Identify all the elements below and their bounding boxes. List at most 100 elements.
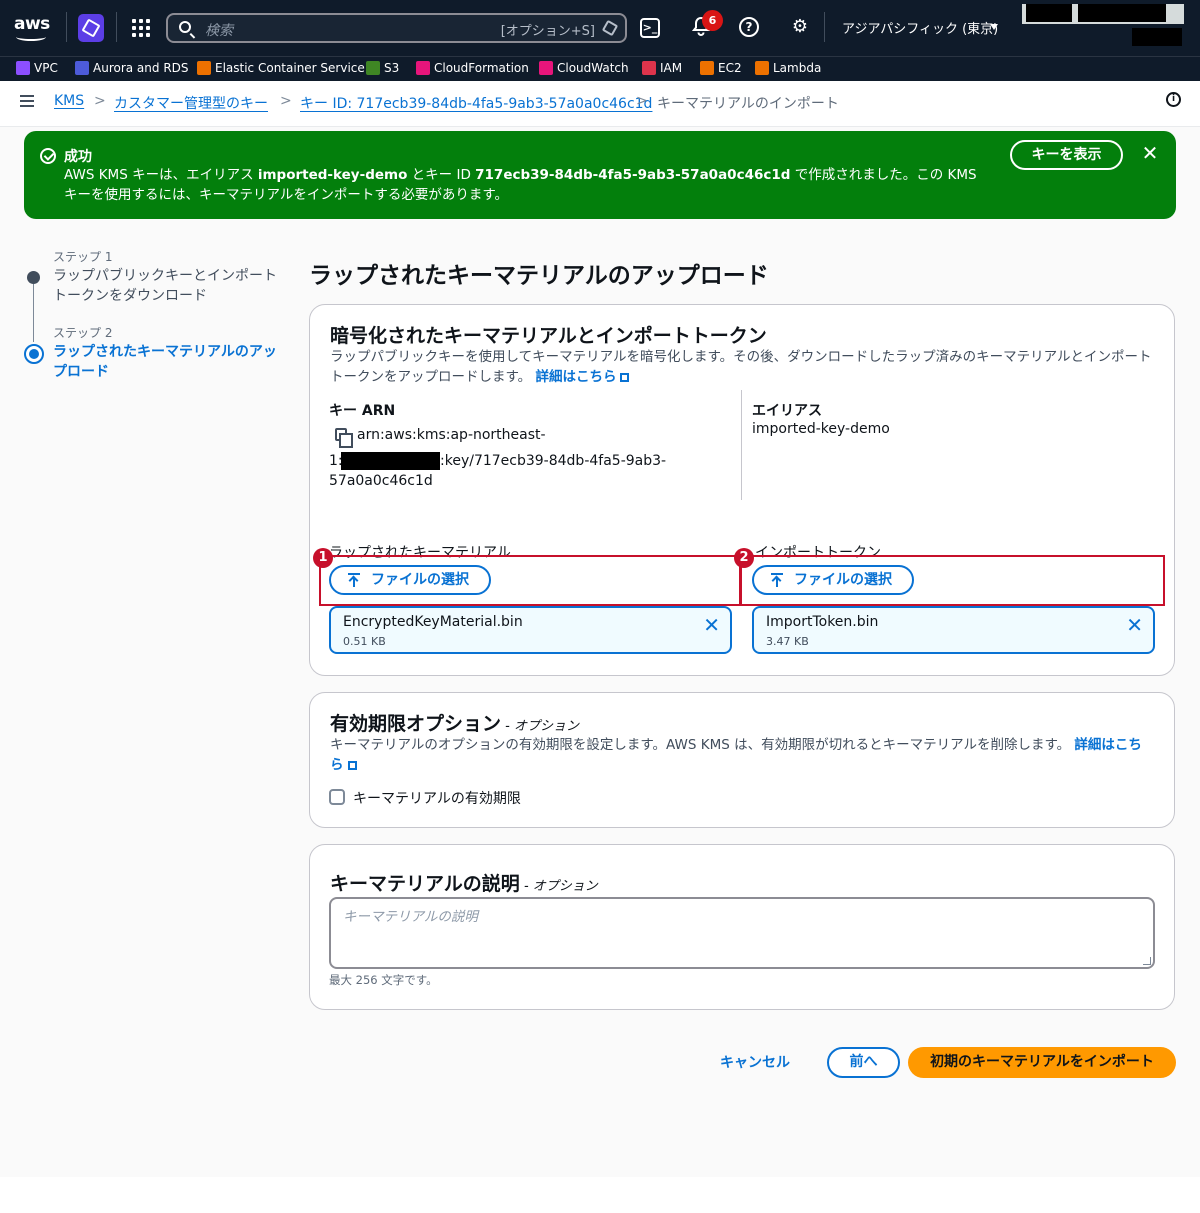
cloudformation-icon [416,61,430,75]
flash-message: AWS KMS キーは、エイリアス imported-key-demo とキー … [64,165,994,205]
resize-handle-icon[interactable] [1143,957,1151,965]
breadcrumb-customer-managed-keys[interactable]: カスタマー管理型のキー [114,93,268,113]
file-name: ImportToken.bin [766,614,879,630]
learn-more-link[interactable]: 詳細はこちら [535,369,630,385]
step-2-label: ステップ 2 [53,326,113,340]
lambda-icon [755,61,769,75]
redacted-account [1026,4,1072,22]
favorite-label: CloudFormation [434,61,529,75]
favorite-ecs[interactable]: Elastic Container Service [197,61,365,75]
learn-more-text: 詳細はこちら [535,369,617,385]
remove-file-icon[interactable]: ✕ [703,614,720,636]
column-divider [741,390,742,500]
optional-tag: - オプション [519,879,598,894]
optional-tag: - オプション [501,719,579,734]
favorite-iam[interactable]: IAM [642,61,682,75]
redacted-user [1132,28,1182,46]
constraint-text: 最大 256 文字です。 [329,973,438,987]
section-description: ラップパブリックキーを使用してキーマテリアルを暗号化します。その後、ダウンロード… [330,347,1155,387]
favorite-ec2[interactable]: EC2 [700,61,742,75]
step-1-label: ステップ 1 [53,250,113,264]
favorite-vpc[interactable]: VPC [16,61,58,75]
breadcrumb-separator: > [280,93,292,109]
flash-text: AWS KMS キーは、エイリアス [64,167,258,183]
search-shortcut: [オプション+S] [500,24,595,39]
amazon-q-icon[interactable] [78,14,104,42]
file-token-import-token: ImportToken.bin 3.47 KB ✕ [752,606,1155,654]
caret-down-icon [990,24,998,30]
favorite-cloudformation[interactable]: CloudFormation [416,61,529,75]
favorite-label: S3 [384,61,400,75]
aws-logo[interactable]: aws [14,14,52,42]
heading-text: 有効期限オプション [330,713,502,735]
favorite-rds[interactable]: Aurora and RDS [75,61,189,75]
description-text: ラップパブリックキーを使用してキーマテリアルを暗号化します。その後、ダウンロード… [330,349,1152,385]
amazon-q-small-icon [601,19,619,37]
settings-gear-icon[interactable]: ⚙ [789,16,811,38]
choose-file-label: ファイルの選択 [371,572,469,588]
menu-hamburger-icon[interactable] [20,95,34,107]
step-connector [33,284,34,342]
top-navigation: aws 検索 [オプション+S] >_ 6 ? ⚙ アジアパシフィック (東京) [0,0,1200,56]
step-1-link[interactable]: ラップパブリックキーとインポートトークンをダウンロード [53,266,283,306]
file-token-key-material: EncryptedKeyMaterial.bin 0.51 KB ✕ [329,606,732,654]
remove-file-icon[interactable]: ✕ [1126,614,1143,636]
favorite-cloudwatch[interactable]: CloudWatch [539,61,629,75]
success-flashbar: 成功 AWS KMS キーは、エイリアス imported-key-demo と… [24,131,1176,219]
cancel-button[interactable]: キャンセル [720,1052,790,1072]
help-icon[interactable]: ? [739,17,759,37]
alias-value: imported-key-demo [752,421,890,437]
expiration-checkbox[interactable] [329,789,345,805]
search-placeholder: 検索 [205,23,233,39]
info-icon[interactable]: i [1166,92,1181,107]
region-selector[interactable]: アジアパシフィック (東京) [842,18,998,37]
breadcrumb-kms[interactable]: KMS [54,93,84,109]
rds-icon [75,61,89,75]
callout-marker-1: 1 [313,548,333,568]
s3-icon [366,61,380,75]
page-title: ラップされたキーマテリアルのアップロード [309,263,769,289]
favorite-lambda[interactable]: Lambda [755,61,821,75]
favorite-label: CloudWatch [557,61,629,75]
success-check-icon [40,148,56,164]
ecs-icon [197,61,211,75]
section-heading: 有効期限オプション - オプション [330,709,579,736]
favorite-label: Aurora and RDS [93,61,189,75]
favorite-label: VPC [34,61,58,75]
cloudshell-icon[interactable]: >_ [640,18,660,38]
breadcrumb-current: キーマテリアルのインポート [657,96,839,112]
favorites-bar: VPC Aurora and RDS Elastic Container Ser… [0,56,1200,81]
breadcrumb-separator: > [636,93,648,109]
breadcrumb-separator: > [94,93,106,109]
choose-file-button-key-material[interactable]: ファイルの選択 [329,565,491,595]
search-input[interactable]: 検索 [オプション+S] [166,13,627,43]
breadcrumb-bar: KMS > カスタマー管理型のキー > キー ID: 717ecb39-84db… [0,81,1200,127]
file-size: 0.51 KB [343,635,386,648]
services-grid-icon[interactable] [132,19,150,37]
favorite-label: EC2 [718,61,742,75]
flash-key-id: 717ecb39-84db-4fa5-9ab3-57a0a0c46c1d [475,167,791,183]
description-text: キーマテリアルのオプションの有効期限を設定します。AWS KMS は、有効期限が… [330,737,1071,753]
key-arn-line3: 57a0a0c46c1d [329,473,433,489]
favorite-s3[interactable]: S3 [366,61,399,75]
close-icon[interactable]: ✕ [1140,143,1160,163]
expiration-checkbox-label[interactable]: キーマテリアルの有効期限 [353,788,521,808]
file-name: EncryptedKeyMaterial.bin [343,614,523,630]
previous-button[interactable]: 前へ [827,1047,900,1078]
key-material-description-textarea[interactable]: キーマテリアルの説明 [329,897,1155,969]
divider [824,12,825,42]
import-key-material-button[interactable]: 初期のキーマテリアルをインポート [908,1047,1176,1078]
copy-icon[interactable] [335,428,353,448]
step-2-indicator [24,344,44,364]
file-size: 3.47 KB [766,635,809,648]
choose-file-button-import-token[interactable]: ファイルの選択 [752,565,914,595]
aws-smile-icon [16,33,46,41]
heading-text: キーマテリアルの説明 [330,873,520,895]
section-heading: 暗号化されたキーマテリアルとインポートトークン [330,325,767,347]
breadcrumb-key-id[interactable]: キー ID: 717ecb39-84db-4fa5-9ab3-57a0a0c46… [300,93,652,113]
iam-icon [642,61,656,75]
search-icon [179,21,191,33]
favorite-label: Lambda [773,61,822,75]
step-2-current: ラップされたキーマテリアルのアップロード [53,344,277,380]
view-key-button[interactable]: キーを表示 [1010,140,1123,170]
